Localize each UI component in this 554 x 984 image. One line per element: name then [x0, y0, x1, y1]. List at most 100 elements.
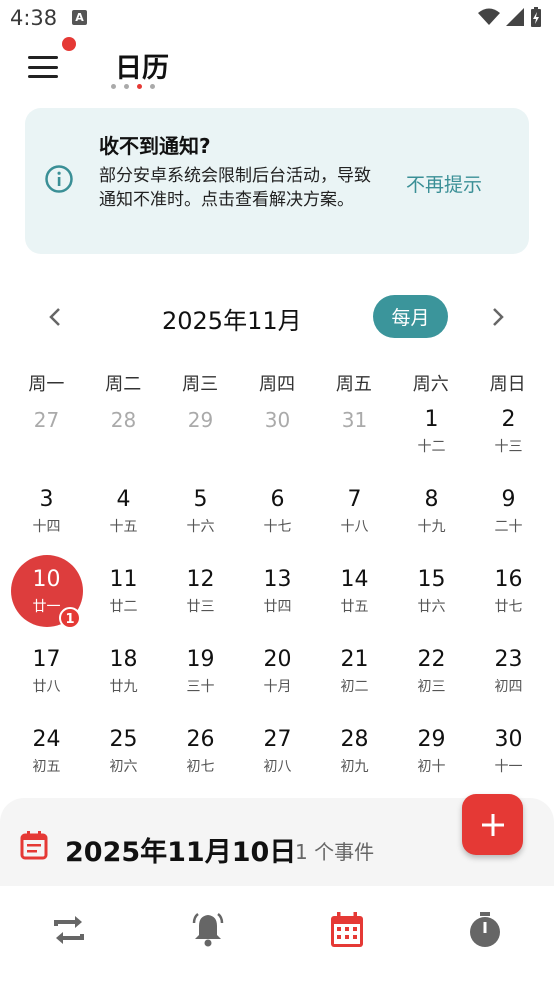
day-number: 22 [417, 647, 446, 672]
calendar-grid: 27 28 29 30 31 1 十二 2 十三 3 十四 4 十五 5 十六 6 十七 7 十八 8 十九 9 二十 10 廿… [8, 400, 546, 800]
day-number: 30 [494, 727, 523, 752]
timer-icon[interactable] [465, 910, 505, 950]
calendar-day[interactable]: 30 [239, 400, 316, 480]
calendar-day[interactable]: 25 初六 [85, 720, 162, 800]
calendar-day[interactable]: 14 廿五 [316, 560, 393, 640]
lunar-date: 初八 [263, 759, 292, 775]
day-number: 5 [193, 487, 208, 512]
calendar-day[interactable]: 11 廿二 [85, 560, 162, 640]
calendar-day[interactable]: 2 十三 [470, 400, 547, 480]
menu-icon[interactable] [28, 56, 58, 78]
month-label[interactable]: 2025年11月 [162, 301, 302, 336]
day-number: 11 [109, 567, 138, 592]
weekday-label: 周六 [412, 374, 449, 395]
lunar-date: 廿六 [417, 599, 446, 615]
event-note-icon [20, 831, 48, 860]
dismiss-notice-button[interactable]: 不再提示 [406, 170, 482, 197]
lunar-date: 廿七 [494, 599, 523, 615]
day-number: 4 [116, 487, 131, 512]
lunar-date: 初九 [340, 759, 369, 775]
calendar-day[interactable]: 9 二十 [470, 480, 547, 560]
calendar-day[interactable]: 7 十八 [316, 480, 393, 560]
status-time: 4:38 [10, 6, 58, 30]
calendar-day[interactable]: 28 [85, 400, 162, 480]
repeat-icon[interactable] [49, 910, 89, 950]
calendar-day[interactable]: 23 初四 [470, 640, 547, 720]
day-number: 27 [33, 408, 60, 432]
calendar-day[interactable]: 29 初十 [393, 720, 470, 800]
day-number: 30 [264, 408, 291, 432]
day-number: 25 [109, 727, 138, 752]
day-number: 23 [494, 647, 523, 672]
day-number: 6 [270, 487, 285, 512]
lunar-date: 廿四 [263, 599, 292, 615]
calendar-day[interactable]: 8 十九 [393, 480, 470, 560]
day-number: 21 [340, 647, 369, 672]
calendar-day[interactable]: 26 初七 [162, 720, 239, 800]
day-number: 17 [32, 647, 61, 672]
calendar-day[interactable]: 1 十二 [393, 400, 470, 480]
day-number: 28 [340, 727, 369, 752]
day-number: 9 [501, 487, 516, 512]
day-number: 26 [186, 727, 215, 752]
lunar-date: 十月 [263, 679, 292, 695]
calendar-day[interactable]: 12 廿三 [162, 560, 239, 640]
weekday-header: 周一 周二 周三 周四 周五 周六 周日 [8, 370, 546, 396]
add-event-button[interactable] [462, 794, 523, 855]
day-number: 31 [341, 408, 368, 432]
lunar-date: 初十 [417, 759, 446, 775]
lunar-date: 十六 [186, 519, 215, 535]
calendar-day[interactable]: 27 初八 [239, 720, 316, 800]
calendar-day[interactable]: 3 十四 [8, 480, 85, 560]
day-number: 27 [263, 727, 292, 752]
day-number: 24 [32, 727, 61, 752]
calendar-day[interactable]: 27 [8, 400, 85, 480]
view-mode-button[interactable]: 每月 [373, 295, 448, 338]
calendar-day[interactable]: 15 廿六 [393, 560, 470, 640]
calendar-day[interactable]: 17 廿八 [8, 640, 85, 720]
calendar-day[interactable]: 30 十一 [470, 720, 547, 800]
lunar-date: 十四 [32, 519, 61, 535]
chevron-right-icon[interactable] [485, 305, 509, 329]
event-count-badge: 1 [59, 607, 81, 629]
calendar-day[interactable]: 24 初五 [8, 720, 85, 800]
lunar-date: 廿三 [186, 599, 215, 615]
calendar-day[interactable]: 21 初二 [316, 640, 393, 720]
weekday-label: 周二 [105, 374, 142, 395]
calendar-day[interactable]: 6 十七 [239, 480, 316, 560]
lunar-date: 廿八 [32, 679, 61, 695]
calendar-day[interactable]: 18 廿九 [85, 640, 162, 720]
day-number: 28 [110, 408, 137, 432]
event-count: 1 个事件 [295, 840, 375, 864]
calendar-day[interactable]: 5 十六 [162, 480, 239, 560]
page-indicator [111, 84, 155, 89]
day-number: 29 [417, 727, 446, 752]
bell-icon[interactable] [188, 910, 228, 950]
lunar-date: 十一 [494, 759, 523, 775]
lunar-date: 二十 [494, 519, 523, 535]
signal-icon [506, 8, 524, 26]
day-number: 3 [39, 487, 54, 512]
calendar-day[interactable]: 31 [316, 400, 393, 480]
day-number: 19 [186, 647, 215, 672]
calendar-day[interactable]: 20 十月 [239, 640, 316, 720]
chevron-left-icon[interactable] [44, 305, 68, 329]
calendar-day[interactable]: 16 廿七 [470, 560, 547, 640]
lunar-date: 初二 [340, 679, 369, 695]
calendar-day[interactable]: 13 廿四 [239, 560, 316, 640]
day-number: 10 [32, 567, 61, 592]
calendar-day[interactable]: 29 [162, 400, 239, 480]
calendar-day[interactable]: 22 初三 [393, 640, 470, 720]
calendar-day[interactable]: 28 初九 [316, 720, 393, 800]
calendar-icon[interactable] [327, 910, 367, 950]
lunar-date: 十三 [494, 439, 523, 455]
lunar-date: 初六 [109, 759, 138, 775]
day-number: 13 [263, 567, 292, 592]
selected-date: 2025年11月10日 [65, 837, 297, 868]
day-number: 12 [186, 567, 215, 592]
calendar-day[interactable]: 19 三十 [162, 640, 239, 720]
lunar-date: 初七 [186, 759, 215, 775]
page-title: 日历 [115, 53, 169, 84]
calendar-day[interactable]: 4 十五 [85, 480, 162, 560]
menu-notification-dot [62, 37, 76, 51]
